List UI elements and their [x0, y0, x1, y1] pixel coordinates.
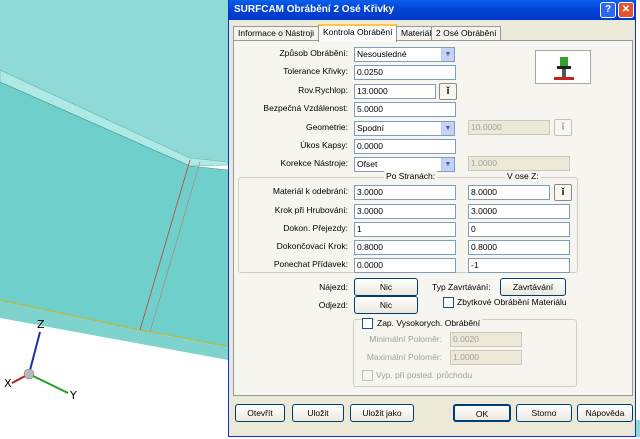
ukos-label: Úkos Kapsy:: [300, 140, 348, 150]
x-axis-label: X: [4, 377, 12, 390]
min-polomer-input: 0.0020: [450, 332, 522, 347]
pick-icon: ǐ: [446, 86, 450, 97]
tab-kontrola-obrabeni[interactable]: Kontrola Obrábění: [318, 24, 398, 42]
zbytkove-checkbox[interactable]: [443, 297, 454, 308]
material-stranach-input[interactable]: 3.0000: [354, 185, 456, 200]
geometrie-extra-input: 10.0000: [468, 120, 550, 135]
highspeed-checkbox[interactable]: [362, 318, 373, 329]
korekce-select[interactable]: Ofset ▼: [354, 157, 455, 172]
tolerance-label: Tolerance Křivky:: [283, 66, 348, 76]
napoveda-button[interactable]: Nápověda: [577, 404, 633, 422]
tab-informace-o-nastroji[interactable]: Informace o Nástroji: [233, 26, 320, 41]
ok-button[interactable]: OK: [453, 404, 511, 422]
material-osez-input[interactable]: 8.0000: [468, 185, 550, 200]
pick-icon: ǐ: [561, 122, 565, 133]
prejezdy-osez-input[interactable]: 0: [468, 222, 570, 237]
vyp-checkbox: [362, 370, 373, 381]
ukos-input[interactable]: 0.0000: [354, 139, 456, 154]
storno-button[interactable]: Storno: [516, 404, 572, 422]
chevron-down-icon: ▼: [441, 158, 454, 171]
highspeed-label: Zap. Vysokorych. Obrábění: [375, 318, 483, 328]
material-pick-button[interactable]: ǐ: [554, 184, 572, 201]
odjezd-button[interactable]: Nic: [354, 296, 418, 314]
pick-icon: ǐ: [561, 187, 565, 198]
krok-osez-input[interactable]: 3.0000: [468, 204, 570, 219]
geometrie-pick-button: ǐ: [554, 119, 572, 136]
row-label: Krok při Hrubování:: [274, 205, 348, 215]
prejezdy-stranach-input[interactable]: 1: [354, 222, 456, 237]
row-label: Dokon. Přejezdy:: [283, 223, 348, 233]
bezpecna-input[interactable]: 5.0000: [354, 102, 456, 117]
najezd-label: Nájezd:: [319, 282, 348, 292]
vyp-label: Vyp. při posled. průchodu: [376, 370, 473, 380]
typ-zavrtavani-label: Typ Zavrtávání:: [432, 282, 491, 292]
najezd-button[interactable]: Nic: [354, 278, 418, 296]
dialog-titlebar[interactable]: SURFCAM Obrábění 2 Osé Křivky ? ✕: [229, 0, 635, 20]
zpusob-select[interactable]: Nesousledné ▼: [354, 47, 455, 62]
row-label: Dokončovací Krok:: [276, 241, 348, 251]
typ-zavrtavani-button[interactable]: Zavrtávání: [500, 278, 566, 296]
max-polomer-input: 1.0000: [450, 350, 522, 365]
rovrychlop-pick-button[interactable]: ǐ: [439, 83, 457, 100]
ulozit-button[interactable]: Uložit: [292, 404, 344, 422]
chevron-down-icon: ▼: [441, 122, 454, 135]
col-v-ose-z: V ose Z:: [505, 171, 541, 181]
tool-preview: [535, 50, 591, 84]
dokoncovaci-stranach-input[interactable]: 0.8000: [354, 240, 456, 255]
min-polomer-label: Minimální Poloměr:: [369, 334, 442, 344]
y-axis-label: Y: [70, 389, 77, 402]
col-po-stranach: Po Stranách:: [384, 171, 438, 181]
row-label: Materiál k odebrání:: [272, 186, 348, 196]
tab-panel: Způsob Obrábění: Nesousledné ▼ Tolerance…: [233, 40, 633, 396]
tolerance-input[interactable]: 0.0250: [354, 65, 456, 80]
pridavek-stranach-input[interactable]: 0.0000: [354, 258, 456, 273]
pridavek-osez-input[interactable]: -1: [468, 258, 570, 273]
geometrie-select[interactable]: Spodní ▼: [354, 121, 455, 136]
dokoncovaci-osez-input[interactable]: 0.8000: [468, 240, 570, 255]
rovrychlop-input[interactable]: 13.0000: [354, 84, 436, 99]
help-button[interactable]: ?: [600, 2, 616, 18]
zbytkove-label: Zbytkové Obrábění Materiálu: [457, 297, 567, 307]
chevron-down-icon: ▼: [441, 48, 454, 61]
odjezd-label: Odjezd:: [318, 300, 348, 310]
krok-stranach-input[interactable]: 3.0000: [354, 204, 456, 219]
otevrit-button[interactable]: Otevřít: [235, 404, 285, 422]
korekce-label: Korekce Nástroje:: [280, 158, 348, 168]
surfcam-dialog: SURFCAM Obrábění 2 Osé Křivky ? ✕ Inform…: [228, 0, 636, 437]
bezpecna-label: Bezpečná Vzdálenost:: [263, 103, 348, 113]
zpusob-label: Způsob Obrábění:: [279, 48, 348, 58]
z-axis-label: Z: [37, 318, 45, 331]
geometrie-label: Geometrie:: [305, 122, 348, 132]
drill-icon: [554, 57, 574, 80]
dialog-title: SURFCAM Obrábění 2 Osé Křivky: [234, 4, 395, 15]
row-label: Ponechat Přídavek:: [273, 259, 348, 269]
close-button[interactable]: ✕: [618, 2, 634, 18]
tab-2-ose-obrabeni[interactable]: 2 Osé Obrábění: [431, 26, 502, 41]
ulozit-jako-button[interactable]: Uložit jako: [350, 404, 414, 422]
rovrychlop-label: Rov.Rychlop:: [298, 85, 348, 95]
max-polomer-label: Maximální Poloměr:: [366, 352, 442, 362]
korekce-extra-input: 1.0000: [468, 156, 570, 171]
